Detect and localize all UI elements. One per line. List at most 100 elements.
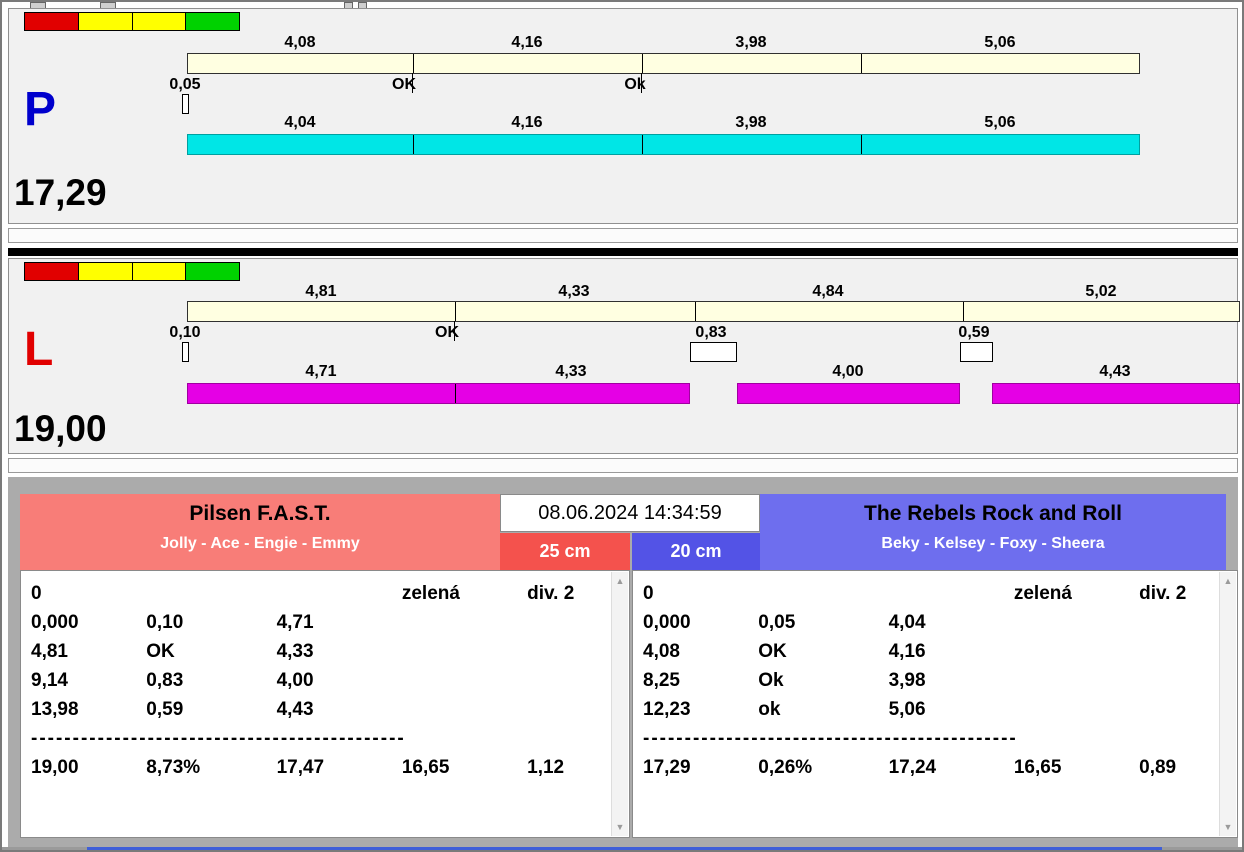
bar-tick <box>695 302 696 321</box>
table-cell: 4,00 <box>276 670 314 691</box>
table-cell: 4,33 <box>276 641 314 662</box>
scroll-up-icon[interactable]: ▲ <box>1220 574 1236 588</box>
table-cell: 0,26% <box>758 757 813 778</box>
bar-tick <box>861 54 862 73</box>
right-team-name: The Rebels Rock and Roll <box>864 502 1122 525</box>
table-cell: 9,14 <box>31 670 68 691</box>
l-dog-time-3: 4,00 <box>832 363 864 380</box>
p-marker-ok-2: Ok <box>624 76 646 93</box>
right-table-scrollbar[interactable]: ▲ ▼ <box>1219 572 1236 836</box>
p-dog-time-2: 4,16 <box>511 114 543 131</box>
l-crossing-bar <box>187 301 1240 322</box>
l-fault-time-2: 0,59 <box>958 324 990 341</box>
table-row: 4,81 OK 4,33 <box>21 637 629 666</box>
light-yellow-1 <box>78 13 133 30</box>
p-status-bar <box>8 228 1238 243</box>
l-lane-letter: L <box>24 323 54 376</box>
table-row: 12,23 ok 5,06 <box>633 695 1237 724</box>
table-row: 0 zelená div. 2 <box>633 579 1237 608</box>
table-cell: 3,98 <box>888 670 926 691</box>
table-cell: 13,98 <box>31 699 79 720</box>
lane-panel-right <box>8 8 1238 224</box>
lane-divider <box>8 248 1238 256</box>
bar-tick <box>642 54 643 73</box>
table-cell: 4,08 <box>643 641 680 662</box>
l-fault-gap-box-2 <box>960 342 993 362</box>
scroll-up-icon[interactable]: ▲ <box>612 574 628 588</box>
p-crossing-split-2: 4,16 <box>511 34 543 51</box>
left-jump-height: 25 cm <box>500 533 630 570</box>
left-team-header: Pilsen F.A.S.T. Jolly - Ace - Engie - Em… <box>20 494 500 570</box>
l-crossing-split-4: 5,02 <box>1085 283 1117 300</box>
left-table-scrollbar[interactable]: ▲ ▼ <box>611 572 628 836</box>
l-fault-gap-box-1 <box>690 342 737 362</box>
table-separator: ----------------------------------------… <box>31 728 406 749</box>
light-yellow-1 <box>78 263 133 280</box>
p-dog-time-1: 4,04 <box>284 114 316 131</box>
right-team-dogs: Beky - Kelsey - Foxy - Sheera <box>881 535 1105 552</box>
p-lane-total-time: 17,29 <box>14 172 107 213</box>
table-cell: 0,000 <box>643 612 691 633</box>
light-green <box>186 13 239 30</box>
table-row: 0 zelená div. 2 <box>21 579 629 608</box>
p-start-offset: 0,05 <box>169 76 201 93</box>
bar-tick <box>455 384 456 403</box>
datetime-display: 08.06.2024 14:34:59 <box>500 494 760 532</box>
table-cell: 16,65 <box>1013 757 1062 778</box>
l-crossing-split-3: 4,84 <box>812 283 844 300</box>
table-totals-row: 17,29 0,26% 17,24 16,65 0,89 <box>633 753 1237 782</box>
table-cell: 16,65 <box>401 757 450 778</box>
p-crossing-split-3: 3,98 <box>735 34 767 51</box>
table-cell: 0,59 <box>146 699 184 720</box>
table-row: 0,000 0,05 4,04 <box>633 608 1237 637</box>
scroll-down-icon[interactable]: ▼ <box>1220 820 1236 834</box>
table-cell: zelená <box>1013 583 1072 604</box>
left-team-table: 0 zelená div. 2 0,000 0,10 4,71 4,81 OK … <box>20 570 630 838</box>
right-jump-height: 20 cm <box>632 533 760 570</box>
light-yellow-2 <box>132 263 187 280</box>
l-dog-time-bar-2 <box>737 383 960 404</box>
table-cell: 0,000 <box>31 612 79 633</box>
table-cell: 5,06 <box>888 699 926 720</box>
table-cell: zelená <box>401 583 460 604</box>
l-dog-time-2: 4,33 <box>555 363 587 380</box>
light-red <box>25 263 79 280</box>
table-cell: 8,25 <box>643 670 680 691</box>
scroll-down-icon[interactable]: ▼ <box>612 820 628 834</box>
table-cell: 12,23 <box>643 699 691 720</box>
start-lights-l <box>24 262 240 281</box>
table-cell: Ok <box>758 670 784 691</box>
table-cell: 17,24 <box>888 757 937 778</box>
l-start-gap-box <box>182 342 189 362</box>
table-cell: 0,83 <box>146 670 184 691</box>
table-cell: ok <box>758 699 781 720</box>
bar-tick <box>413 54 414 73</box>
table-cell: 17,47 <box>276 757 325 778</box>
table-cell: 4,43 <box>276 699 314 720</box>
l-marker-ok: OK <box>435 324 459 341</box>
table-cell: 19,00 <box>31 757 79 778</box>
p-dog-time-bar <box>187 134 1140 155</box>
table-cell: 4,81 <box>31 641 68 662</box>
table-cell: 4,04 <box>888 612 926 633</box>
right-team-table: 0 zelená div. 2 0,000 0,05 4,04 4,08 OK … <box>632 570 1238 838</box>
light-green <box>186 263 239 280</box>
table-row: 4,08 OK 4,16 <box>633 637 1237 666</box>
left-team-name: Pilsen F.A.S.T. <box>189 502 331 525</box>
lane-panel-left <box>8 258 1238 454</box>
l-dog-time-bar-3 <box>992 383 1240 404</box>
table-row: 0,000 0,10 4,71 <box>21 608 629 637</box>
l-lane-total-time: 19,00 <box>14 408 107 449</box>
l-fault-time-1: 0,83 <box>695 324 727 341</box>
start-lights-p <box>24 12 240 31</box>
bar-tick <box>455 302 456 321</box>
bottom-window-edge-highlight <box>87 847 1162 850</box>
table-row: 9,14 0,83 4,00 <box>21 666 629 695</box>
bar-tick <box>963 302 964 321</box>
l-dog-time-1: 4,71 <box>305 363 337 380</box>
table-row: 8,25 Ok 3,98 <box>633 666 1237 695</box>
bar-tick <box>861 135 862 154</box>
table-cell: 4,16 <box>888 641 926 662</box>
table-cell: 4,71 <box>276 612 314 633</box>
p-crossing-split-1: 4,08 <box>284 34 316 51</box>
